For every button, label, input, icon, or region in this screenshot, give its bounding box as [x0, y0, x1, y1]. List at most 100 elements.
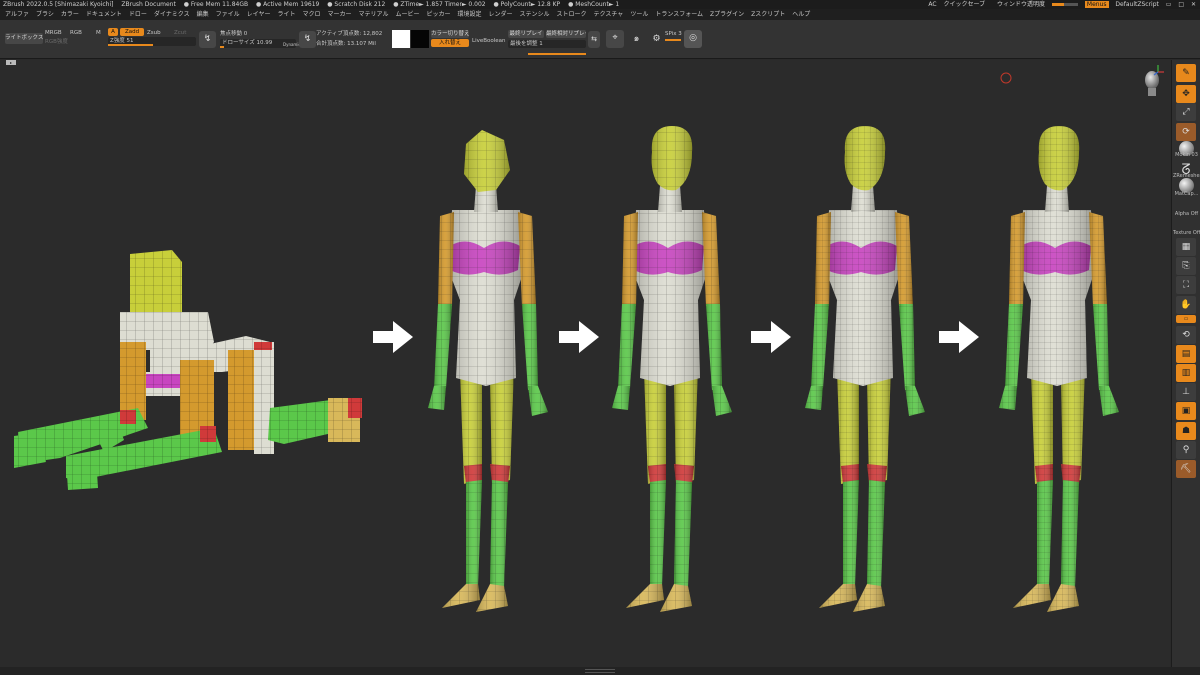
see-through-slider[interactable]: ウィンドウ透明度 [992, 1, 1078, 8]
menu-item[interactable]: ピッカー [426, 11, 450, 18]
window-close-icon[interactable]: ✕ [1191, 1, 1196, 8]
adjust-last-slider[interactable]: 最後を調整 1 [508, 40, 586, 48]
floor-icon[interactable]: ⚲ [1176, 441, 1196, 459]
right-forearm-shade [899, 304, 915, 390]
move-mode-icon[interactable]: ✥ [1176, 85, 1196, 103]
menu-item[interactable]: ツール [630, 11, 648, 18]
menu-item[interactable]: ドキュメント [86, 11, 122, 18]
menu-item[interactable]: ダイナミクス [154, 11, 190, 18]
menu-item[interactable]: ライト [277, 11, 295, 18]
m-button[interactable]: M [96, 29, 101, 37]
menu-item[interactable]: レイヤー [247, 11, 271, 18]
menu-item[interactable]: マーカー [327, 11, 351, 18]
step-arrow-3 [751, 321, 791, 353]
z-intensity-slider[interactable]: Z強度 51 [108, 37, 196, 46]
menu-item[interactable]: Zプラグイン [710, 11, 744, 18]
menu-item[interactable]: マクロ [302, 11, 320, 18]
rgb-intensity-slider[interactable]: RGB強度 [45, 38, 68, 46]
rotate-view-icon[interactable]: ⟲ [1176, 326, 1196, 344]
zcut-button[interactable]: Zcut [174, 29, 186, 37]
right-forearm-shade [706, 304, 722, 390]
polyframe-icon[interactable]: ▤ [1176, 345, 1196, 363]
xpose-icon[interactable]: ▣ [1176, 402, 1196, 420]
left-foot-shade [442, 584, 480, 608]
menu-item[interactable]: アルファ [5, 11, 29, 18]
move-view-icon[interactable]: ✋ [1176, 296, 1196, 314]
replay-last-button[interactable]: 最終リプレイ [508, 30, 544, 38]
swap-button[interactable]: 入れ替え [431, 39, 469, 47]
polycount-readout: ● PolyCount► 12.8 KP [493, 1, 561, 8]
menus-button[interactable]: Menus [1084, 1, 1109, 8]
dynamic-toggle[interactable]: Dynamic [283, 41, 301, 49]
menu-item[interactable]: 編集 [197, 11, 209, 18]
right-hand-shade [712, 386, 732, 416]
dynamic-curve-icon[interactable]: ↯ [299, 31, 316, 48]
left-hand-shade [805, 386, 823, 410]
left-shin-shade [466, 480, 482, 588]
spix-slider[interactable]: SPix 3 [665, 30, 682, 38]
navigation-head-icon[interactable] [1138, 64, 1166, 100]
secondary-color-swatch[interactable] [411, 30, 429, 48]
color-switch-button[interactable]: カラー切り替え [431, 30, 469, 38]
tray-handle[interactable] [585, 669, 615, 673]
quicksave-button[interactable]: クイックセーブ [943, 1, 985, 8]
edit-mode-icon[interactable]: ✎ [1176, 64, 1196, 82]
lightbox-button[interactable]: ライトボックス [5, 33, 43, 44]
menu-item[interactable]: ヘルプ [792, 11, 810, 18]
zadd-button[interactable]: Zadd [120, 28, 144, 36]
transp-icon[interactable]: ▥ [1176, 364, 1196, 382]
a-button[interactable]: A [108, 28, 118, 36]
grid-icon[interactable]: ▦ [1176, 238, 1196, 256]
default-zscript-button[interactable]: DefaultZScript [1115, 1, 1158, 8]
menu-item[interactable]: ファイル [216, 11, 240, 18]
rotate-mode-icon[interactable]: ⟳ [1176, 123, 1196, 141]
left-shin-shade [1037, 480, 1053, 588]
transpose-icon[interactable]: ⌖ [606, 30, 624, 48]
menu-item[interactable]: 環境設定 [457, 11, 481, 18]
head-shade [651, 126, 693, 191]
frame-icon[interactable]: ⛶ [1176, 276, 1196, 294]
mrgb-button[interactable]: MRGB [45, 29, 62, 37]
menu-item[interactable]: レンダー [489, 11, 513, 18]
gizmo-marker [1000, 72, 1012, 84]
right-shin-shade [490, 480, 508, 588]
menu-item[interactable]: ムービー [395, 11, 419, 18]
menu-item[interactable]: Zスクリプト [751, 11, 785, 18]
torso-shade [634, 210, 706, 386]
texture-label[interactable]: Texture Off [1173, 230, 1200, 236]
scale-mode-icon[interactable]: ⤢ [1176, 103, 1196, 121]
focal-curve-icon[interactable]: ↯ [199, 31, 216, 48]
dynamic-persp-icon[interactable]: ☗ [1176, 422, 1196, 440]
snapshot-icon[interactable]: ⎘ [1176, 257, 1196, 275]
focal-shift-slider[interactable]: 焦点移動 0 [220, 30, 247, 38]
ac-button[interactable]: AC [928, 1, 936, 8]
menu-item[interactable]: トランスフォーム [655, 11, 703, 18]
live-boolean-button[interactable]: LiveBoolean [472, 37, 506, 45]
menu-item[interactable]: ドロー [129, 11, 147, 18]
zsub-button[interactable]: Zsub [147, 29, 161, 37]
menu-item[interactable]: テクスチャ [594, 11, 624, 18]
right-foot-shade [660, 584, 692, 612]
alpha-label[interactable]: Alpha Off [1173, 211, 1200, 217]
local-icon[interactable]: ⛏ [1176, 460, 1196, 478]
menu-item[interactable]: ストローク [557, 11, 587, 18]
replay-last-relative-button[interactable]: 最終相対リプレイ [546, 30, 586, 38]
main-color-swatch[interactable] [392, 30, 410, 48]
menu-item[interactable]: カラー [61, 11, 79, 18]
left-hand-shade [612, 386, 630, 410]
rgb-button[interactable]: RGB [70, 29, 82, 37]
window-min-icon[interactable]: ▭ [1166, 1, 1172, 8]
lock-icon[interactable]: ⚙ [648, 31, 665, 48]
replay-settings-icon[interactable]: ⇆ [588, 31, 600, 48]
spiral-icon[interactable]: ๑ [628, 31, 645, 48]
menu-item[interactable]: ブラシ [36, 11, 54, 18]
menu-item[interactable]: マテリアル [359, 11, 389, 18]
material-preview-icon[interactable]: ◎ [684, 30, 702, 48]
left-hand-shade [428, 386, 446, 410]
zoom-icon[interactable]: ▭ [1176, 315, 1196, 323]
window-max-icon[interactable]: □ [1178, 1, 1184, 8]
viewport-canvas[interactable]: ▸ [0, 60, 1170, 667]
solo-icon[interactable]: ⊥ [1176, 383, 1196, 401]
menu-item[interactable]: ステンシル [520, 11, 550, 18]
material-label: MatCap... [1174, 191, 1199, 197]
